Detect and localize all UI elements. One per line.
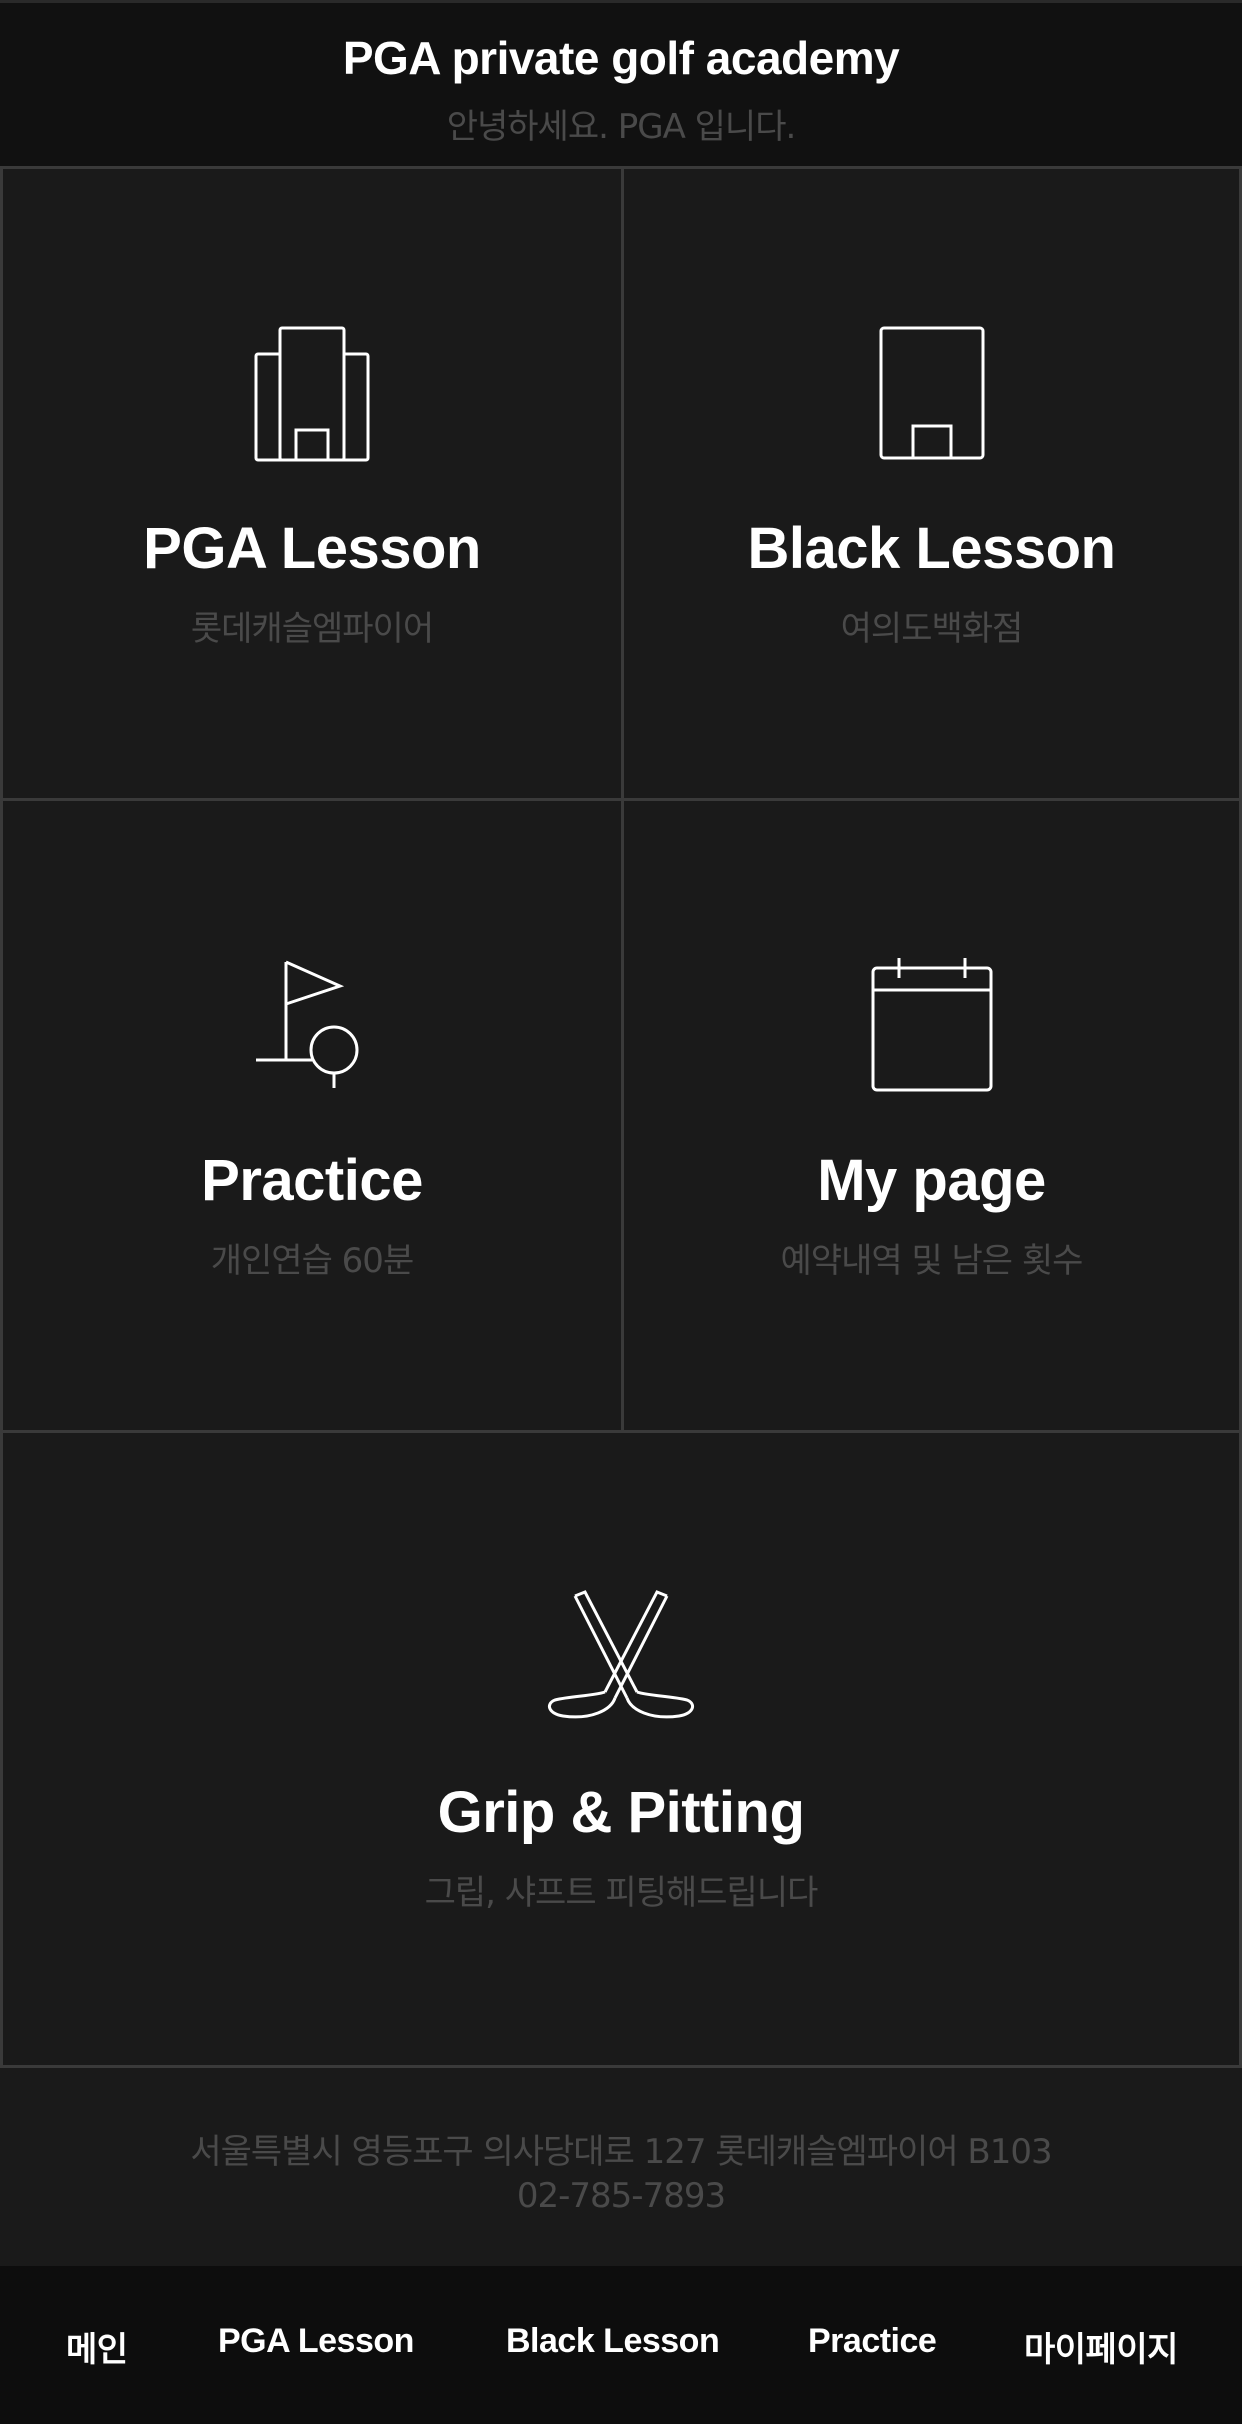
nav-item-main[interactable]: 메인	[66, 2322, 128, 2371]
tile-title: Grip & Pitting	[437, 1780, 805, 1845]
tile-subtitle: 개인연습 60분	[210, 1241, 414, 1281]
tile-title: Black Lesson	[747, 516, 1116, 581]
tile-title: PGA Lesson	[143, 516, 481, 581]
menu-grid: PGA Lesson 롯데캐슬엠파이어 Black Lesson 여의도백화점 …	[0, 166, 1242, 2068]
crossed-golf-clubs-icon	[547, 1590, 695, 1719]
nav-item-pga-lesson[interactable]: PGA Lesson	[218, 2322, 414, 2361]
nav-item-my-page[interactable]: 마이페이지	[1024, 2322, 1178, 2371]
tile-subtitle: 그립, 샤프트 피팅해드립니다	[424, 1873, 819, 1913]
tile-my-page[interactable]: My page 예약내역 및 남은 횟수	[621, 798, 1242, 1433]
app-header: PGA private golf academy 안녕하세요. PGA 입니다.	[0, 0, 1242, 166]
address-text: 서울특별시 영등포구 의사당대로 127 롯데캐슬엠파이어 B103	[190, 2132, 1052, 2172]
tile-subtitle: 여의도백화점	[840, 609, 1024, 649]
bottom-nav: 메인 PGA Lesson Black Lesson Practice 마이페이…	[0, 2266, 1242, 2424]
door-building-icon	[879, 326, 984, 460]
calendar-icon	[871, 958, 992, 1092]
nav-item-black-lesson[interactable]: Black Lesson	[506, 2322, 720, 2361]
tile-title: Practice	[201, 1148, 423, 1213]
footer-info: 서울특별시 영등포구 의사당대로 127 롯데캐슬엠파이어 B103 02-78…	[0, 2068, 1242, 2266]
app-title: PGA private golf academy	[342, 32, 900, 84]
tile-black-lesson[interactable]: Black Lesson 여의도백화점	[621, 166, 1242, 801]
tile-subtitle: 롯데캐슬엠파이어	[190, 609, 434, 649]
tile-title: My page	[817, 1148, 1046, 1213]
tile-subtitle: 예약내역 및 남은 횟수	[780, 1241, 1084, 1281]
building-icon	[254, 326, 370, 462]
app-subtitle: 안녕하세요. PGA 입니다.	[446, 107, 797, 147]
phone-text[interactable]: 02-785-7893	[0, 2176, 1242, 2216]
golf-flag-icon	[256, 960, 359, 1088]
nav-item-practice[interactable]: Practice	[808, 2322, 937, 2361]
tile-grip-pitting[interactable]: Grip & Pitting 그립, 샤프트 피팅해드립니다	[0, 1430, 1242, 2068]
tile-practice[interactable]: Practice 개인연습 60분	[0, 798, 624, 1433]
tile-pga-lesson[interactable]: PGA Lesson 롯데캐슬엠파이어	[0, 166, 624, 801]
